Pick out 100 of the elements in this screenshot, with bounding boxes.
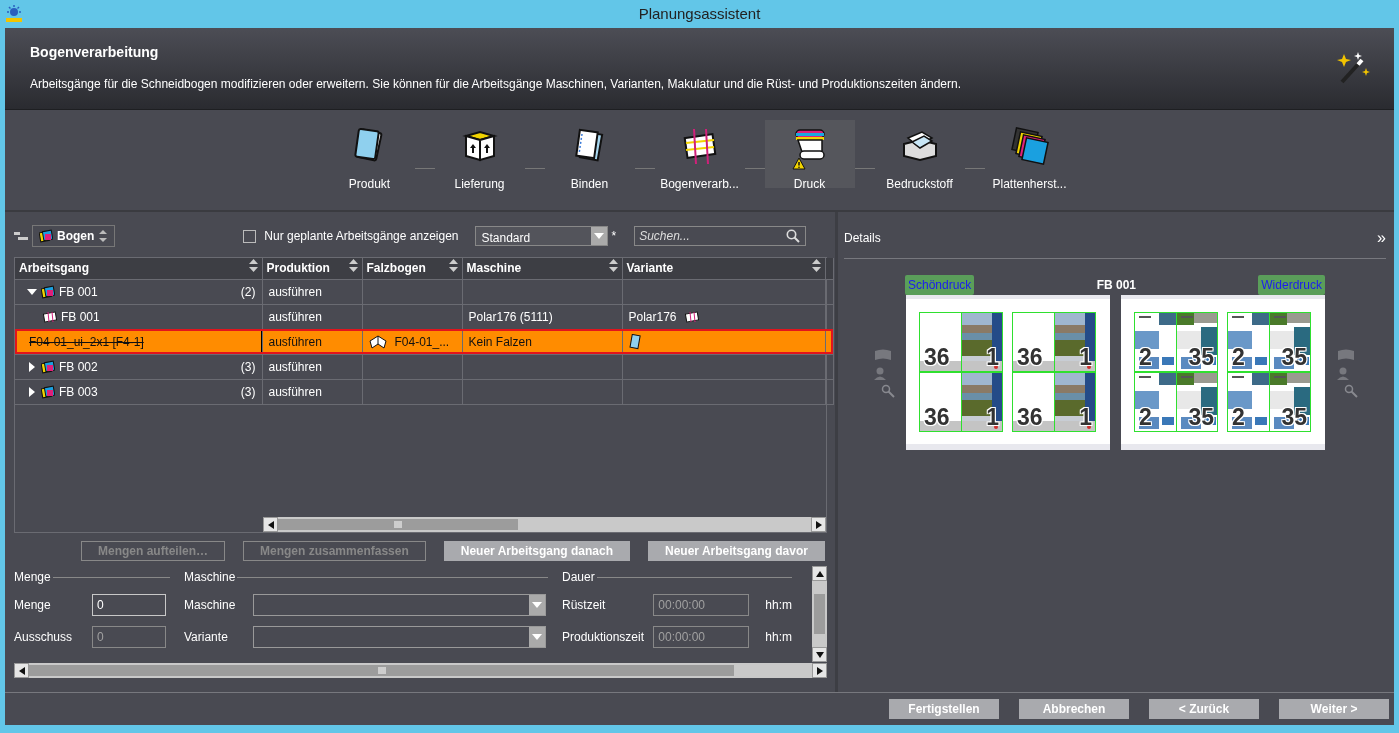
group-selector[interactable]: Bogen bbox=[32, 225, 116, 247]
wizard-step[interactable]: Binden bbox=[544, 120, 635, 188]
page-number: 1 bbox=[1079, 345, 1092, 369]
wizard-step[interactable]: Bedruckstoff bbox=[874, 120, 965, 188]
sort-icon bbox=[448, 259, 458, 273]
screen-icon bbox=[872, 347, 893, 362]
caret-icon bbox=[593, 233, 604, 239]
wizard-step[interactable]: Produkt bbox=[324, 120, 415, 188]
scrollbar[interactable] bbox=[812, 566, 827, 662]
scroll-down-icon bbox=[815, 651, 824, 658]
spinner-icon bbox=[98, 229, 109, 243]
page-number: 2 bbox=[1232, 405, 1245, 429]
cut-sheet-icon bbox=[684, 310, 699, 323]
table-cell-text: Polar176 bbox=[628, 308, 677, 326]
zoom-icon bbox=[880, 383, 895, 398]
table-row[interactable]: FB 001 ausführen Polar176 (5111) Polar176 bbox=[15, 304, 833, 329]
column-header[interactable]: Produktion bbox=[262, 258, 362, 279]
sort-icon bbox=[348, 259, 358, 273]
process-name: FB 001 bbox=[61, 308, 100, 326]
tree-toggle-icon[interactable] bbox=[14, 231, 28, 241]
column-header[interactable]: Variante bbox=[622, 258, 825, 279]
scroll-left-icon bbox=[267, 520, 274, 529]
process-name: F04-01_ui_2x1 [F4-1] bbox=[29, 333, 144, 351]
view-dropdown[interactable]: Standard bbox=[474, 226, 608, 246]
expand-icon[interactable] bbox=[27, 386, 37, 397]
scroll-left-icon bbox=[18, 666, 25, 675]
side-label: Widerdruck bbox=[1258, 275, 1325, 295]
modified-marker: * bbox=[611, 228, 617, 245]
table-cell-text: ausführen bbox=[268, 283, 322, 301]
checkbox-label: Nur geplante Arbeitsgänge anzeigen bbox=[264, 228, 459, 245]
table-cell-text: F04-01_... bbox=[394, 333, 450, 351]
table-cell-text: ausführen bbox=[268, 383, 322, 401]
caret-icon bbox=[532, 634, 542, 640]
scrollbar[interactable] bbox=[263, 517, 826, 532]
sheet-name: FB 001 bbox=[59, 283, 98, 301]
field-label: Menge bbox=[14, 597, 52, 614]
child-count: (3) bbox=[240, 383, 256, 401]
zoom-icon bbox=[1343, 383, 1358, 398]
scrollbar[interactable] bbox=[14, 663, 827, 678]
table-cell-text: ausführen bbox=[268, 358, 322, 376]
page-number: 36 bbox=[1017, 345, 1043, 369]
cut-sheet-icon bbox=[43, 310, 57, 323]
field-label: Produktionszeit bbox=[562, 629, 646, 646]
table-row[interactable]: FB 003 (3) ausführen bbox=[15, 379, 833, 404]
sort-icon bbox=[811, 259, 821, 273]
expand-icon[interactable] bbox=[27, 361, 37, 372]
color-sheet-icon bbox=[41, 384, 55, 399]
table-cell-text: ausführen bbox=[268, 333, 322, 351]
collapse-icon[interactable] bbox=[27, 286, 37, 297]
column-header[interactable]: Maschine bbox=[462, 258, 622, 279]
checkbox[interactable] bbox=[243, 229, 257, 243]
input-field[interactable]: 0 bbox=[92, 594, 166, 616]
column-header[interactable]: Arbeitsgang bbox=[15, 258, 262, 279]
column-header[interactable]: Falzbogen bbox=[362, 258, 462, 279]
field-label: Maschine bbox=[184, 597, 237, 614]
expand-button[interactable]: » bbox=[1377, 226, 1386, 250]
table-row[interactable]: FB 001 (2) ausführen bbox=[15, 279, 833, 304]
page-number: 36 bbox=[1017, 405, 1043, 429]
panel-title: Details bbox=[844, 230, 881, 247]
sheet-name: FB 002 bbox=[59, 358, 98, 376]
page-number: 2 bbox=[1139, 345, 1152, 369]
table-row[interactable]: FB 002 (3) ausführen bbox=[15, 354, 833, 379]
page-number: 36 bbox=[924, 345, 950, 369]
app-icon bbox=[4, 4, 24, 24]
page-number: 2 bbox=[1139, 405, 1152, 429]
person-icon bbox=[872, 365, 887, 380]
table-cell-text: ausführen bbox=[268, 308, 322, 326]
folded-sheet-icon bbox=[368, 334, 387, 349]
table-cell-text: Kein Falzen bbox=[468, 333, 532, 351]
color-plates-icon bbox=[1009, 126, 1050, 166]
table-row[interactable]: F04-01_ui_2x1 [F4-1] ausführen F04-01_... Kein Falzen bbox=[15, 329, 833, 354]
sheet-name: FB 003 bbox=[59, 383, 98, 401]
color-sheet-icon bbox=[39, 229, 53, 243]
page-title: Bogenverarbeitung bbox=[30, 44, 160, 61]
group-title: Menge bbox=[14, 570, 170, 584]
group-title: Dauer bbox=[562, 570, 792, 584]
field-label: Rüstzeit bbox=[562, 597, 607, 614]
book-icon bbox=[628, 333, 641, 350]
caret-icon bbox=[532, 602, 542, 608]
page-number: 1 bbox=[1079, 405, 1092, 429]
screen-icon bbox=[1335, 347, 1356, 362]
color-sheet-icon bbox=[41, 284, 55, 299]
child-count: (2) bbox=[240, 283, 256, 301]
child-count: (3) bbox=[240, 358, 256, 376]
page-number: 1 bbox=[986, 405, 999, 429]
page-description: Arbeitsgänge für die Schneidbogen modifizieren oder erweitern. Sie können für die Arbeitsgänge Maschinen, Varianten, Makulatur und die Rüst- und Produktionszeiten ändern. bbox=[30, 75, 962, 93]
select-field[interactable] bbox=[253, 626, 546, 648]
color-sheet-icon bbox=[41, 359, 55, 374]
table-cell-text: Polar176 (5111) bbox=[468, 308, 553, 326]
select-field[interactable] bbox=[253, 594, 546, 616]
sort-icon bbox=[608, 259, 618, 273]
wizard-step[interactable]: Plattenherst... bbox=[984, 120, 1075, 188]
window-title: Planungsassistent bbox=[638, 3, 761, 24]
search-field[interactable]: Suchen... bbox=[634, 226, 807, 246]
unit-label: hh:m bbox=[765, 629, 792, 646]
wizard-step[interactable]: Druck bbox=[764, 120, 855, 188]
unit-label: hh:m bbox=[765, 597, 792, 614]
person-icon bbox=[1335, 365, 1350, 380]
scroll-right-icon bbox=[816, 666, 823, 675]
field-label: Variante bbox=[184, 629, 229, 646]
